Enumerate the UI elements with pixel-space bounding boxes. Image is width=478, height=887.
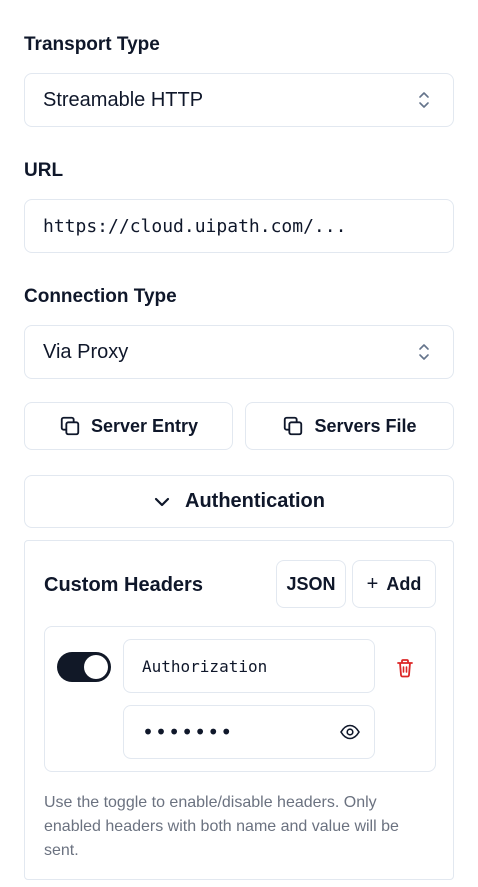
url-label: URL [24,160,64,181]
header-row: Authorization ••••••• [44,626,436,772]
header-value-masked: ••••••• [142,720,234,744]
url-input[interactable]: https://cloud.uipath.com/... [24,199,454,253]
connection-type-select[interactable]: Via Proxy [24,325,454,379]
json-button[interactable]: JSON [276,560,346,608]
custom-headers-panel: Custom Headers JSON + Add Authorization … [24,540,454,880]
chevron-up-down-icon [419,92,429,108]
connection-type-label: Connection Type [24,286,177,307]
copy-icon [60,416,80,436]
json-label: JSON [286,573,336,594]
header-name-input[interactable]: Authorization [123,639,375,693]
server-entry-button[interactable]: Server Entry [24,402,233,450]
server-entry-label: Server Entry [90,415,199,436]
custom-headers-title: Custom Headers [44,574,203,596]
authentication-label: Authentication [185,490,325,512]
eye-icon[interactable] [340,724,360,740]
plus-icon: + [366,572,379,595]
header-name-value: Authorization [142,656,268,676]
transport-type-value: Streamable HTTP [43,88,204,111]
servers-file-button[interactable]: Servers File [245,402,454,450]
connection-type-value: Via Proxy [43,340,129,363]
add-label: Add [386,573,422,594]
chevron-up-down-icon [419,344,429,360]
header-enabled-toggle[interactable] [57,652,111,682]
copy-icon [284,416,303,436]
trash-icon[interactable] [396,658,414,678]
transport-type-label: Transport Type [24,34,160,55]
servers-file-label: Servers File [314,415,417,436]
mcp-connection-settings: Transport Type Streamable HTTP URL https… [0,0,478,887]
toggle-knob [84,655,108,679]
custom-headers-help-text: Use the toggle to enable/disable headers… [44,794,399,859]
chevron-down-icon [154,497,170,506]
add-header-button[interactable]: + Add [352,560,436,608]
authentication-toggle-button[interactable]: Authentication [24,475,454,528]
url-value: https://cloud.uipath.com/... [43,215,347,237]
transport-type-select[interactable]: Streamable HTTP [24,73,454,127]
header-value-input[interactable]: ••••••• [123,705,375,759]
